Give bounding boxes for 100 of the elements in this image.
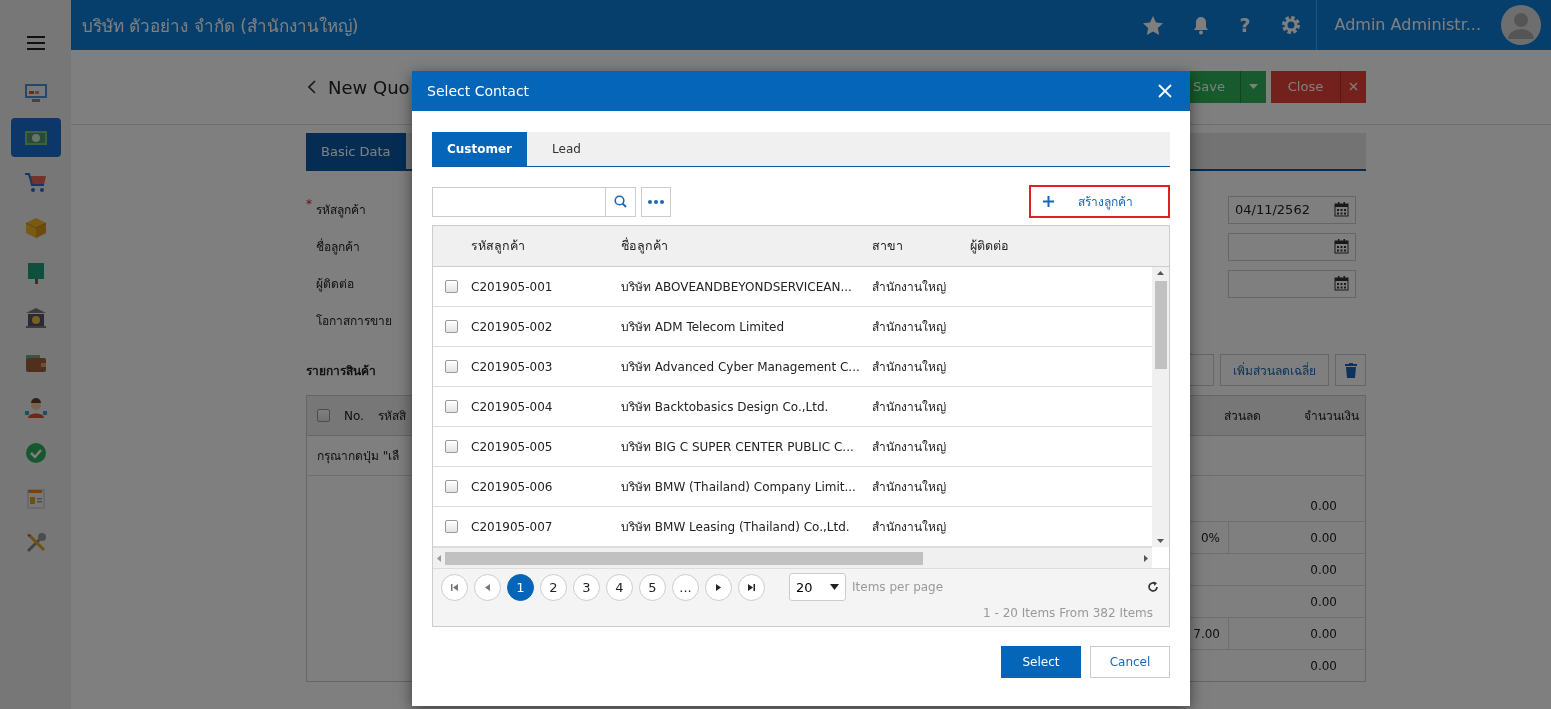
column-header: รหัสลูกค้า (470, 237, 526, 256)
check-icon (24, 441, 47, 464)
search-field[interactable] (432, 186, 636, 217)
table-cell-text: สำนักงานใหญ่ (872, 279, 947, 296)
search-icon[interactable] (614, 195, 627, 208)
star-icon[interactable] (1143, 15, 1164, 35)
table-cell-text: สำนักงานใหญ่ (872, 439, 947, 456)
scroll-left-icon[interactable] (437, 554, 441, 562)
page-button[interactable]: 3 (573, 573, 600, 601)
scroll-right-icon[interactable] (1144, 554, 1148, 562)
page-button[interactable]: 4 (606, 573, 633, 601)
table-cell-text: บริษัท Backtobasics Design Co.,Ltd. (621, 399, 830, 416)
book-icon (26, 261, 45, 284)
checkbox[interactable] (445, 360, 458, 373)
field-label: ชื่อลูกค้า (316, 237, 360, 256)
scrollbar-thumb[interactable] (445, 551, 923, 565)
cancel-button[interactable]: Cancel (1090, 646, 1170, 678)
horizontal-scrollbar[interactable] (433, 547, 1152, 568)
close-icon (1349, 82, 1358, 91)
select-button[interactable]: Select (1001, 646, 1081, 678)
vertical-scrollbar[interactable] (1152, 267, 1169, 547)
people-icon (23, 397, 48, 418)
box-icon (24, 216, 47, 239)
checkbox[interactable] (445, 280, 458, 293)
table-cell-text: บริษัท BIG C SUPER CENTER PUBLIC C... (621, 439, 855, 456)
date-field[interactable] (1228, 232, 1356, 261)
date-field[interactable] (1228, 269, 1356, 298)
empty-hint: กรุณากดปุ่ม "เลื (317, 448, 400, 465)
page-title: New Quo (328, 76, 410, 98)
table-cell: 0.00 (1310, 530, 1337, 545)
dialog-title: Select Contact (427, 83, 530, 99)
bell-icon[interactable] (1193, 15, 1210, 35)
checkbox[interactable] (445, 400, 458, 413)
tab[interactable]: Customer (432, 132, 528, 166)
close-icon[interactable] (1158, 84, 1172, 98)
table-cell: 0% (1200, 530, 1220, 545)
table-row[interactable]: C201905-005 บริษัท BIG C SUPER CENTER PUBLIC C... สำนักงานใหญ่ (433, 427, 1152, 467)
next-page-button[interactable] (705, 573, 732, 601)
previous-page-button[interactable] (474, 573, 501, 601)
last-page-icon (748, 583, 755, 591)
table-cell-text: C201905-002 (470, 319, 554, 334)
table-cell-text: บริษัท BMW Leasing (Thailand) Co.,Ltd. (621, 519, 851, 536)
bank-icon (24, 306, 47, 329)
scroll-up-icon[interactable] (1157, 271, 1164, 275)
page-button[interactable]: 1 (507, 573, 534, 601)
table-cell: 0.00 (1310, 658, 1337, 673)
page-button[interactable]: ... (672, 573, 699, 601)
table-cell-text: บริษัท ABOVEANDBEYONDSERVICEAN... (621, 279, 853, 296)
calendar-icon[interactable] (1334, 202, 1349, 217)
more-icon (648, 199, 664, 204)
calendar-icon[interactable] (1334, 239, 1349, 254)
table-row[interactable]: C201905-003 บริษัท Advanced Cyber Management C... สำนักงานใหญ่ (433, 347, 1152, 387)
sidebar-item[interactable] (10, 118, 61, 157)
calendar-icon[interactable] (1334, 276, 1349, 291)
table-cell: 0.00 (1310, 562, 1337, 577)
column-header: ผู้ติดต่อ (970, 237, 1009, 256)
page-button[interactable]: 2 (540, 573, 567, 601)
more-button[interactable] (641, 186, 671, 217)
table-cell-text: บริษัท Advanced Cyber Management C... (621, 359, 861, 376)
table-row[interactable]: C201905-006 บริษัท BMW (Thailand) Company Limit... สำนักงานใหญ่ (433, 467, 1152, 507)
column-header: สาขา (872, 237, 904, 255)
menu-icon[interactable] (26, 36, 45, 50)
table-row[interactable]: C201905-004 บริษัท Backtobasics Design Co.,Ltd. สำนักงานใหญ่ (433, 387, 1152, 427)
settings-icon[interactable] (1280, 15, 1301, 35)
table-row[interactable]: C201905-001 บริษัท ABOVEANDBEYONDSERVICEAN... สำนักงานใหญ่ (433, 267, 1152, 307)
tab[interactable]: Basic Data (306, 133, 406, 169)
close-x-button[interactable] (1340, 70, 1366, 103)
scroll-down-icon[interactable] (1157, 539, 1164, 543)
checkbox[interactable] (317, 409, 330, 422)
back-icon[interactable] (308, 80, 316, 94)
last-page-button[interactable] (738, 573, 765, 601)
table-cell-text: บริษัท BMW (Thailand) Company Limit... (621, 479, 857, 496)
date-field[interactable]: 04/11/2562 (1228, 195, 1356, 224)
cart-icon (23, 171, 48, 194)
page-size-label: Items per page (852, 580, 944, 594)
table-cell-text: บริษัท ADM Telecom Limited (621, 319, 785, 336)
page-size-select[interactable]: 20 (789, 573, 846, 601)
caret-icon (1249, 84, 1258, 89)
first-page-button[interactable] (441, 573, 468, 601)
checkbox[interactable] (445, 480, 458, 493)
save-dropdown-button[interactable] (1240, 70, 1266, 103)
page-button[interactable]: 5 (639, 573, 666, 601)
scrollbar-thumb[interactable] (1154, 281, 1167, 369)
avatar-icon[interactable] (1501, 5, 1541, 45)
field-label: โอกาสการขาย (316, 313, 392, 330)
table-row[interactable]: C201905-002 บริษัท ADM Telecom Limited สำนักงานใหญ่ (433, 307, 1152, 347)
table-cell: 0.00 (1310, 594, 1337, 609)
create-customer-button[interactable]: สร้างลูกค้า (1029, 185, 1170, 218)
page-summary: 1 - 20 Items From 382 Items (983, 606, 1153, 620)
monitor-icon (23, 82, 48, 103)
wallet-icon (24, 352, 47, 373)
checkbox[interactable] (445, 520, 458, 533)
column-header: ชื่อลูกค้า (621, 236, 669, 256)
table-cell-text: สำนักงานใหญ่ (872, 399, 947, 416)
checkbox[interactable] (445, 320, 458, 333)
checkbox[interactable] (445, 440, 458, 453)
required-mark: * (306, 197, 312, 211)
tab[interactable]: Lead (527, 132, 606, 166)
refresh-icon[interactable] (1147, 581, 1159, 593)
delete-button[interactable] (1335, 354, 1366, 386)
